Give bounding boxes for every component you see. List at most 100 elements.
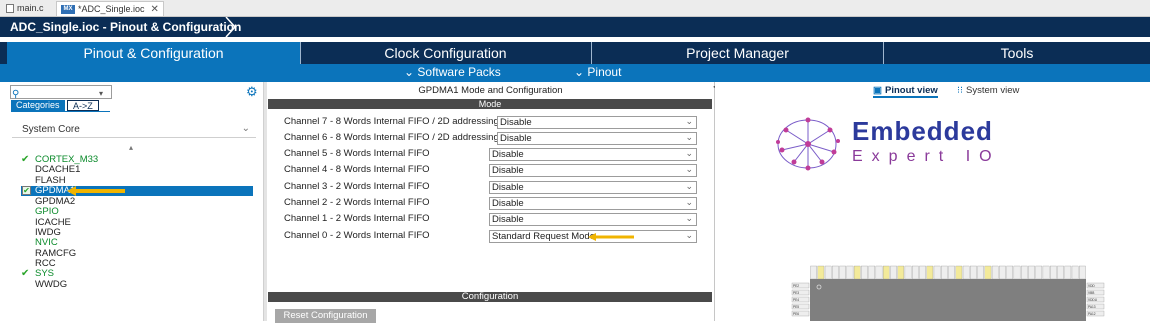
close-icon[interactable]: ✕: [151, 4, 159, 15]
editor-tab-main-c[interactable]: main.c: [2, 1, 48, 15]
list-item-wwdg[interactable]: WWDG: [21, 280, 251, 290]
chip-icon: ▣: [873, 85, 882, 96]
editor-tab-ioc[interactable]: MX *ADC_Single.ioc ✕: [56, 1, 164, 16]
channel-6-select[interactable]: Disable ⌄: [497, 132, 697, 145]
chevron-right-icon: [225, 17, 237, 37]
top-pin[interactable]: [839, 265, 846, 280]
top-pin[interactable]: [962, 265, 970, 280]
top-pin[interactable]: [955, 265, 963, 280]
top-pin[interactable]: [1006, 265, 1014, 280]
top-pin[interactable]: [984, 265, 992, 280]
chip-body: [810, 279, 1086, 321]
list-item-rcc[interactable]: RCC: [21, 259, 251, 269]
breadcrumb-label[interactable]: ADC_Single.ioc - Pinout & Configuration: [10, 20, 241, 34]
panel-title: GPDMA1 Mode and Configuration: [418, 85, 563, 96]
embedded-expert-logo: Embedded Expert IO: [770, 114, 1018, 172]
tab-categories[interactable]: Categories: [11, 100, 65, 111]
top-pin[interactable]: [1020, 265, 1028, 280]
grid-icon: ⁝⁝: [957, 85, 964, 96]
top-pin[interactable]: [810, 265, 817, 280]
pin-label: VDDU: [1088, 298, 1098, 302]
top-pin[interactable]: [970, 265, 977, 280]
top-pin[interactable]: [868, 265, 876, 280]
top-pin[interactable]: [904, 265, 912, 280]
pin-label: PE5: [793, 305, 799, 309]
tab-clock-configuration[interactable]: Clock Configuration: [300, 42, 592, 64]
pinout-menu[interactable]: ⌄ Pinout: [574, 65, 621, 79]
pinout-view-panel: ▣ Pinout view ⁝⁝ System view Embedded Ex…: [715, 82, 1150, 321]
top-pin[interactable]: [933, 265, 941, 280]
top-pin[interactable]: [853, 265, 861, 280]
list-item-gpdma1[interactable]: ✔ GPDMA1: [21, 186, 253, 196]
tab-project-manager[interactable]: Project Manager: [592, 42, 884, 64]
editor-tab-label: *ADC_Single.ioc: [78, 4, 145, 14]
top-pin[interactable]: [890, 265, 897, 280]
select-value: Disable: [492, 165, 524, 176]
channel-5-select[interactable]: Disable ⌄: [489, 148, 697, 161]
top-pin[interactable]: [882, 265, 890, 280]
top-pin[interactable]: [1035, 265, 1043, 280]
tab-pinout-configuration[interactable]: Pinout & Configuration: [7, 42, 301, 64]
top-pin[interactable]: [875, 265, 883, 280]
software-packs-menu[interactable]: ⌄ Software Packs: [404, 65, 501, 79]
top-pin[interactable]: [1079, 265, 1086, 280]
top-pin[interactable]: [824, 265, 832, 280]
list-item-nvic[interactable]: NVIC: [21, 238, 251, 248]
top-pin[interactable]: [1071, 265, 1079, 280]
chip-left-pins: PE2 PE3 PE4 PE5 PE6: [791, 282, 810, 317]
search-input[interactable]: ⚲ ▾: [10, 85, 112, 100]
sort-icon[interactable]: ▴: [129, 143, 133, 152]
top-pin[interactable]: [912, 265, 919, 280]
top-pin[interactable]: [1064, 265, 1072, 280]
category-group-label: System Core: [22, 124, 80, 135]
list-item-label: NVIC: [35, 237, 58, 248]
top-pin[interactable]: [1042, 265, 1050, 280]
pin-label: PA12: [1088, 312, 1096, 316]
category-group-select[interactable]: System Core ⌄: [12, 121, 256, 138]
logo-text-line2: Expert IO: [852, 148, 1001, 165]
tab-pinout-view[interactable]: ▣ Pinout view: [873, 85, 938, 98]
channel-5-label: Channel 5 - 8 Words Internal FIFO: [284, 148, 430, 159]
gear-icon[interactable]: ⚙: [246, 84, 258, 100]
tab-tools[interactable]: Tools: [884, 42, 1150, 64]
logo-text-line1: Embedded: [852, 116, 993, 146]
top-pin[interactable]: [832, 265, 839, 280]
channel-2-label: Channel 2 - 2 Words Internal FIFO: [284, 197, 430, 208]
channel-3-select[interactable]: Disable ⌄: [489, 181, 697, 194]
list-item-sys[interactable]: ✔ SYS: [21, 269, 251, 279]
list-item-label: DCACHE1: [35, 164, 81, 175]
software-packs-label: Software Packs: [417, 65, 501, 79]
top-pin[interactable]: [1028, 265, 1035, 280]
top-pin[interactable]: [948, 265, 955, 280]
tab-system-view[interactable]: ⁝⁝ System view: [957, 85, 1019, 96]
channel-1-select[interactable]: Disable ⌄: [489, 213, 697, 226]
list-item-dcache1[interactable]: DCACHE1: [21, 165, 251, 175]
top-pin[interactable]: [1050, 265, 1057, 280]
select-value: Disable: [500, 133, 532, 144]
channel-4-select[interactable]: Disable ⌄: [489, 164, 697, 177]
channel-0-label: Channel 0 - 2 Words Internal FIFO: [284, 230, 430, 241]
top-pin[interactable]: [861, 265, 868, 280]
list-item-label: GPIO: [35, 206, 59, 217]
tab-a-z[interactable]: A->Z: [67, 100, 99, 111]
channel-1-label: Channel 1 - 2 Words Internal FIFO: [284, 213, 430, 224]
top-pin[interactable]: [1057, 265, 1064, 280]
top-pin[interactable]: [817, 265, 825, 280]
top-pin[interactable]: [897, 265, 905, 280]
sub-menu-bar: ⌄ Software Packs ⌄ Pinout: [0, 64, 1150, 82]
top-pin[interactable]: [999, 265, 1006, 280]
list-item-gpio[interactable]: GPIO: [21, 207, 251, 217]
dropdown-arrow-icon[interactable]: ▾: [99, 89, 103, 98]
top-pin[interactable]: [919, 265, 926, 280]
channel-2-select[interactable]: Disable ⌄: [489, 197, 697, 210]
pin-label: PE4: [793, 298, 799, 302]
top-pin[interactable]: [977, 265, 984, 280]
top-pin[interactable]: [991, 265, 999, 280]
channel-7-select[interactable]: Disable ⌄: [497, 116, 697, 129]
top-pin[interactable]: [926, 265, 934, 280]
pin-label: VDD: [1088, 284, 1095, 288]
top-pin[interactable]: [846, 265, 854, 280]
top-pin[interactable]: [1013, 265, 1021, 280]
mcu-chip-diagram[interactable]: PE2 PE3 PE4 PE5 PE6 VDD VBB VDDU PA13 PA…: [790, 265, 1110, 321]
top-pin[interactable]: [941, 265, 948, 280]
